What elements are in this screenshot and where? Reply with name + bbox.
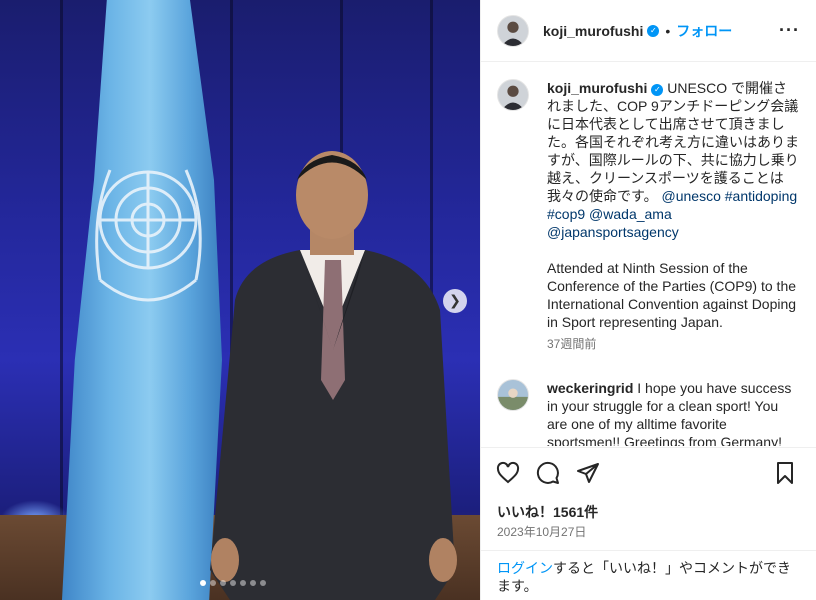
post-time-ago[interactable]: 37週間前 (547, 335, 800, 353)
more-options-icon[interactable]: ··· (779, 20, 800, 41)
action-bar (481, 447, 816, 497)
post-header: koji_murofushi ✓ • フォロー ··· (481, 0, 816, 62)
mention-wada-ama[interactable]: @wada_ama (589, 206, 672, 222)
next-slide-button[interactable]: ❯ (443, 289, 467, 313)
verified-badge-icon: ✓ (647, 24, 660, 37)
send-icon (577, 462, 599, 483)
like-count[interactable]: いいね！1561件 (497, 502, 598, 522)
carousel-dot (220, 580, 226, 586)
login-link[interactable]: ログイン (497, 560, 553, 576)
carousel-dot (230, 580, 236, 586)
post-caption: koji_murofushi ✓ UNESCO で開催されました、COP 9アンチ… (497, 79, 800, 353)
mention-unesco[interactable]: @unesco (662, 188, 721, 204)
comments-area: koji_murofushi ✓ UNESCO で開催されました、COP 9アンチ… (481, 63, 816, 446)
header-separator: • (665, 22, 671, 39)
save-button[interactable] (772, 460, 798, 486)
comment-text: weckeringrid I hope you have success in … (547, 379, 800, 446)
comment-item: weckeringrid I hope you have success in … (497, 379, 800, 446)
carousel-dot (200, 580, 206, 586)
login-prompt: ログインすると「いいね！」やコメントができます。 (481, 550, 816, 600)
caption-japanese: UNESCO で開催されました、COP 9アンチドーピング会議に日本代表として出… (547, 80, 799, 204)
wall-panel (60, 0, 63, 520)
man-in-suit (210, 151, 457, 600)
username[interactable]: koji_murofushi (543, 23, 643, 39)
verified-badge-icon: ✓ (651, 84, 664, 96)
follow-button[interactable]: フォロー (676, 21, 732, 41)
comment-icon (536, 461, 559, 484)
hashtag-antidoping[interactable]: #antidoping (725, 188, 797, 204)
comment-username[interactable]: weckeringrid (547, 380, 633, 396)
caption-english: Attended at Ninth Session of the Confere… (547, 260, 797, 330)
heart-icon (496, 461, 520, 483)
mention-japansportsagency[interactable]: @japansportsagency (547, 224, 679, 240)
avatar[interactable] (497, 79, 529, 111)
caption-username[interactable]: koji_murofushi (547, 80, 647, 96)
carousel-dot (250, 580, 256, 586)
carousel-dot (240, 580, 246, 586)
un-emblem-icon (95, 169, 202, 302)
carousel-dot (210, 580, 216, 586)
like-button[interactable] (495, 460, 521, 486)
commenter-avatar[interactable] (497, 379, 529, 411)
post-sidebar: koji_murofushi ✓ • フォロー ··· koji_murofus… (480, 0, 816, 600)
carousel-dot (260, 580, 266, 586)
hashtag-cop9[interactable]: #cop9 (547, 206, 585, 222)
bookmark-icon (777, 461, 793, 484)
caption-text: koji_murofushi ✓ UNESCO で開催されました、COP 9アンチ… (547, 79, 800, 353)
comment-button[interactable] (535, 460, 561, 486)
avatar[interactable] (497, 14, 529, 47)
carousel-dots (200, 580, 266, 586)
post-media[interactable]: ❯ (0, 0, 480, 600)
post-date[interactable]: 2023年10月27日 (497, 523, 586, 540)
share-button[interactable] (575, 460, 601, 486)
